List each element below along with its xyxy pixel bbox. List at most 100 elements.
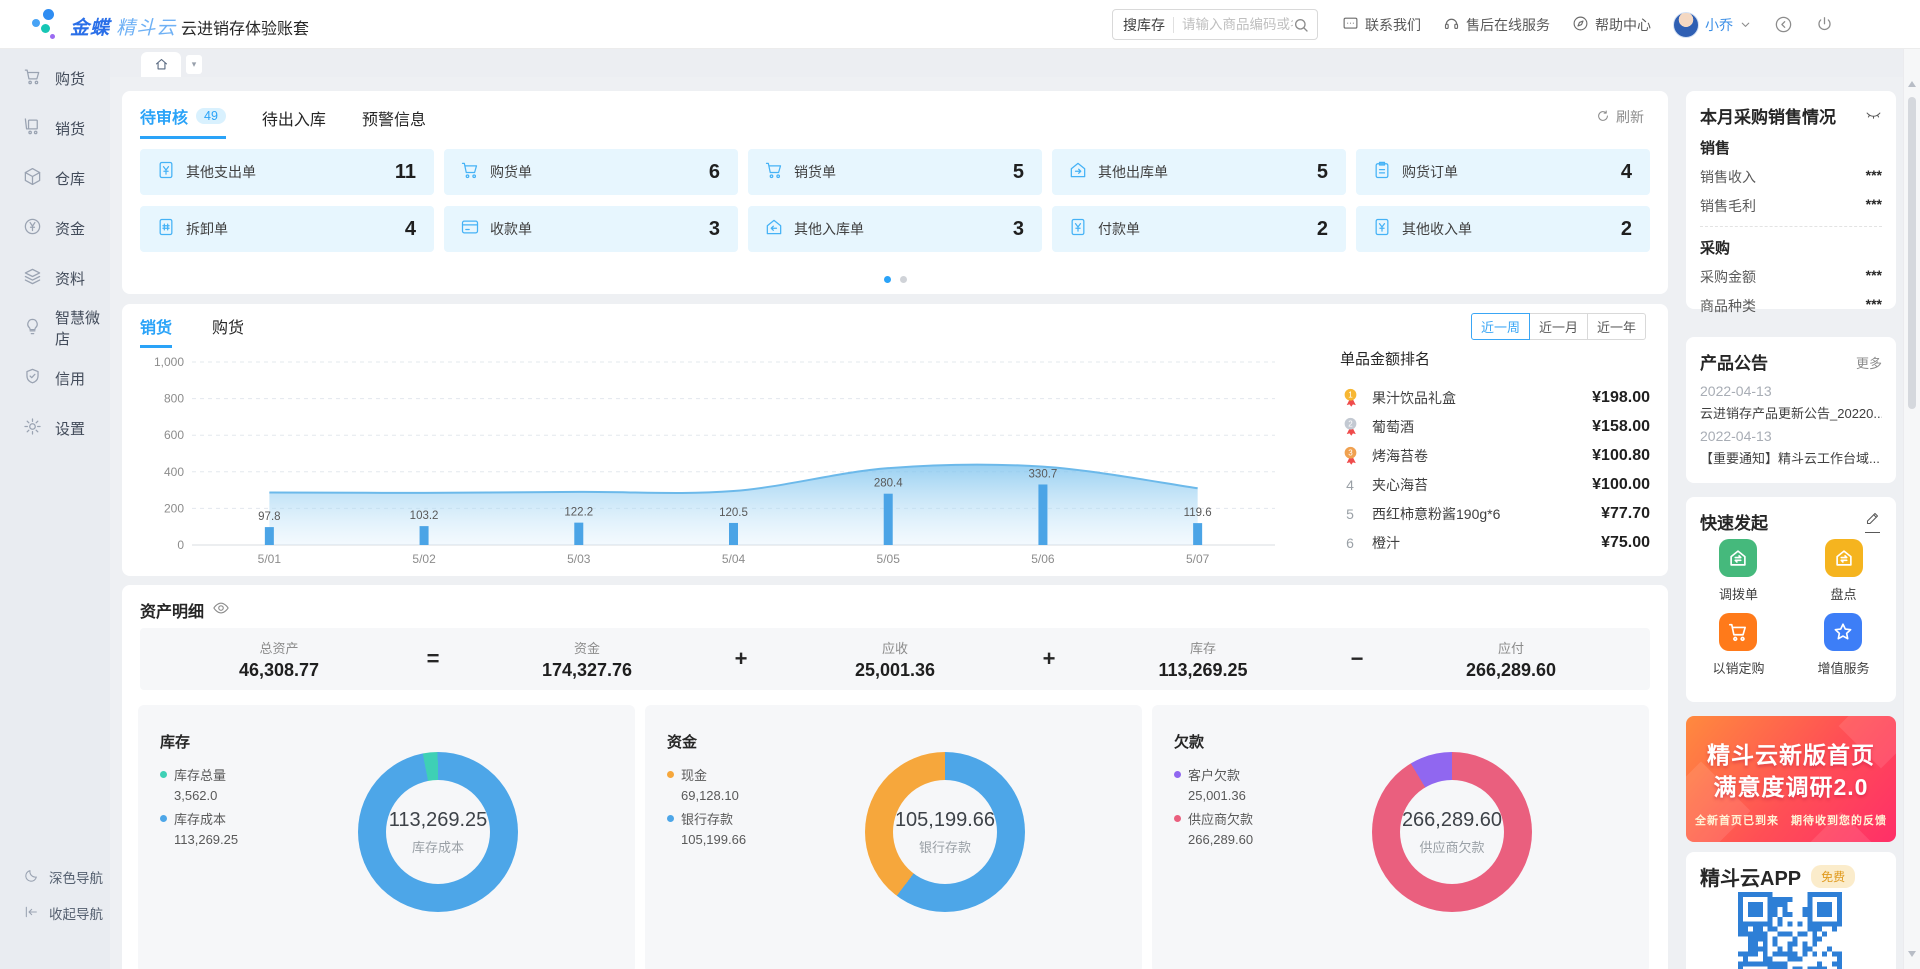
search-input[interactable]: [1182, 17, 1293, 32]
ranking-row[interactable]: 2葡萄酒¥158.00: [1340, 412, 1650, 441]
stat-card-count: 4: [1621, 161, 1632, 184]
stat-card-销货单[interactable]: 销货单5: [748, 149, 1042, 195]
sidebar-item-资金[interactable]: 资金: [0, 203, 110, 253]
sidebar-item-仓库[interactable]: 仓库: [0, 153, 110, 203]
eye-closed-icon[interactable]: [1865, 106, 1882, 128]
pager-dot-1[interactable]: [884, 276, 891, 283]
collapse-icon: [23, 904, 39, 923]
refresh-button[interactable]: 刷新: [1596, 107, 1644, 127]
stat-card-收款单[interactable]: 收款单3: [444, 206, 738, 252]
stat-card-count: 5: [1013, 161, 1024, 184]
quick-action-label: 盘点: [1830, 584, 1856, 603]
todo-tab-待审核[interactable]: 待审核49: [140, 104, 226, 139]
sidebar-item-销货[interactable]: 销货: [0, 103, 110, 153]
legend-label: 客户欠款: [1188, 765, 1240, 784]
user-name[interactable]: 小乔: [1705, 15, 1733, 35]
trend-tab-销货[interactable]: 销货: [140, 314, 172, 348]
medal-rank-3-icon: 3: [1340, 446, 1360, 466]
equation-operator: +: [726, 646, 756, 672]
quick-action-以销定购[interactable]: 以销定购: [1712, 613, 1764, 677]
sidebar-item-设置[interactable]: 设置: [0, 403, 110, 453]
stat-card-其他收入单[interactable]: 其他收入单2: [1356, 206, 1650, 252]
tab-dropdown-button[interactable]: ▾: [186, 55, 202, 74]
ranking-row[interactable]: 5西红柿意粉酱190g*6¥77.70: [1340, 499, 1650, 528]
panel-title: 欠款: [1174, 731, 1204, 752]
todo-tab-待出入库[interactable]: 待出入库: [262, 106, 326, 138]
survey-banner[interactable]: 精斗云新版首页 满意度调研2.0 全新首页已到来 期待收到您的反馈: [1686, 716, 1896, 842]
donut-center-text: 113,269.25库存成本: [358, 752, 518, 912]
sidebar-footer-深色导航[interactable]: 深色导航: [0, 859, 110, 895]
banner-line1: 精斗云新版首页: [1686, 736, 1896, 770]
user-menu[interactable]: 小乔: [1673, 12, 1752, 38]
app-title: 精斗云APP: [1700, 862, 1801, 891]
quick-action-增值服务[interactable]: 增值服务: [1817, 613, 1869, 677]
pager-dot-2[interactable]: [900, 276, 907, 283]
ranking-title: 单品金额排名: [1340, 348, 1650, 369]
ranking-row[interactable]: 4夹心海苔¥100.00: [1340, 470, 1650, 499]
quick-action-盘点[interactable]: 盘点: [1825, 539, 1863, 603]
stat-card-拆卸单[interactable]: 拆卸单4: [140, 206, 434, 252]
equation-value: 113,269.25: [1064, 660, 1342, 681]
filter-近一周[interactable]: 近一周: [1471, 313, 1530, 340]
vertical-scrollbar[interactable]: [1903, 49, 1920, 969]
svg-text:5/04: 5/04: [722, 552, 746, 566]
filter-近一月[interactable]: 近一月: [1529, 313, 1588, 340]
sidebar-footer-label: 收起导航: [49, 903, 103, 923]
trend-tab-购货[interactable]: 购货: [212, 314, 244, 348]
scrollbar-thumb[interactable]: [1908, 97, 1916, 409]
stat-card-其他出库单[interactable]: 其他出库单5: [1052, 149, 1346, 195]
edit-pencil-icon[interactable]: [1865, 511, 1880, 533]
stat-card-其他入库单[interactable]: 其他入库单3: [748, 206, 1042, 252]
stat-card-购货订单[interactable]: 购货订单 4: [1356, 149, 1650, 195]
ranking-row[interactable]: 3烤海苔卷¥100.80: [1340, 441, 1650, 470]
sidebar-item-label: 智慧微店: [55, 307, 110, 349]
more-link[interactable]: 更多: [1856, 353, 1882, 372]
avatar[interactable]: [1673, 12, 1699, 38]
sidebar-item-信用[interactable]: 信用: [0, 353, 110, 403]
monthly-title: 本月采购销售情况: [1700, 103, 1836, 128]
filter-近一年[interactable]: 近一年: [1587, 313, 1646, 340]
todo-tab-预警信息[interactable]: 预警信息: [362, 106, 426, 138]
legend-value: 25,001.36: [1188, 788, 1246, 803]
back-circle-icon[interactable]: [1774, 15, 1793, 34]
sidebar-footer-收起导航[interactable]: 收起导航: [0, 895, 110, 931]
search-category[interactable]: 搜库存: [1123, 15, 1165, 35]
header-link-售后在线服务[interactable]: 售后在线服务: [1443, 15, 1550, 35]
svg-text:5/07: 5/07: [1186, 552, 1210, 566]
header-link-帮助中心[interactable]: 帮助中心: [1572, 15, 1651, 35]
home-tab[interactable]: [141, 52, 181, 77]
ranking-row[interactable]: 1果汁饮品礼盒¥198.00: [1340, 383, 1650, 412]
equation-label: 资金: [448, 638, 726, 657]
search-box[interactable]: 搜库存: [1112, 9, 1318, 40]
header-link-联系我们[interactable]: 联系我们: [1342, 15, 1421, 35]
moon-icon: [23, 868, 39, 887]
announcement-link[interactable]: 云进销存产品更新公告_20220...: [1700, 403, 1882, 422]
stat-card-其他支出单[interactable]: 其他支出单11: [140, 149, 434, 195]
sidebar-item-购货[interactable]: 购货: [0, 53, 110, 103]
monthly-row-value-masked: ***: [1866, 267, 1882, 287]
ranking-row[interactable]: 6橙汁¥75.00: [1340, 528, 1650, 557]
cart-icon: [23, 67, 42, 90]
house-in-icon: [764, 217, 784, 242]
legend-item-银行存款: 银行存款: [667, 809, 733, 828]
stat-card-count: 6: [709, 161, 720, 184]
sidebar-item-资料[interactable]: 资料: [0, 253, 110, 303]
svg-text:119.6: 119.6: [1184, 507, 1212, 519]
todo-tab-label: 待审核: [140, 104, 188, 128]
stat-card-count: 5: [1317, 161, 1328, 184]
logout-power-icon[interactable]: [1815, 15, 1834, 34]
monthly-row-value-masked: ***: [1866, 296, 1882, 316]
scroll-up-arrow-icon[interactable]: [1908, 81, 1916, 87]
eye-icon[interactable]: [212, 599, 230, 622]
scroll-down-arrow-icon[interactable]: [1908, 951, 1916, 957]
quick-action-调拨单[interactable]: 调拨单: [1719, 539, 1758, 603]
stat-card-购货单[interactable]: 购货单6: [444, 149, 738, 195]
announcement-link[interactable]: 【重要通知】精斗云工作台域...: [1700, 448, 1882, 467]
chevron-down-icon[interactable]: [1739, 18, 1752, 31]
handcart-icon: [23, 117, 42, 140]
stat-card-付款单[interactable]: 付款单2: [1052, 206, 1346, 252]
sidebar-item-label: 设置: [55, 418, 85, 439]
stat-card-label: 购货订单: [1402, 162, 1458, 182]
sidebar-item-智慧微店[interactable]: 智慧微店: [0, 303, 110, 353]
search-icon[interactable]: [1293, 17, 1309, 33]
